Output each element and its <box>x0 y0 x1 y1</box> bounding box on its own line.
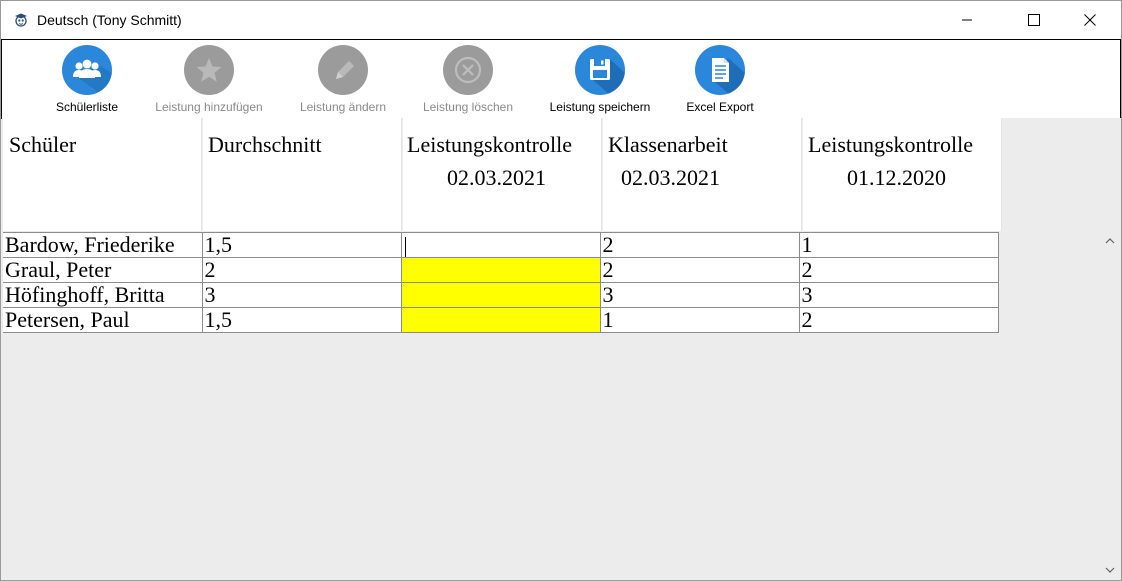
grade-cell-empty[interactable] <box>400 282 601 308</box>
table-row: Bardow, Friederike 1,5 2 1 <box>3 232 999 258</box>
grade-cell[interactable]: 1 <box>599 307 800 333</box>
minimize-icon <box>962 19 972 21</box>
scroll-up-button[interactable] <box>1101 233 1119 249</box>
column-header-label: Leistungskontrolle <box>808 132 973 157</box>
toolbar: Schülerliste Leistung hinzufügen Leistun… <box>1 39 1121 119</box>
column-header-label: Klassenarbeit <box>608 132 728 157</box>
close-button[interactable] <box>1067 1 1113 39</box>
maximize-button[interactable] <box>1011 1 1057 39</box>
scroll-down-button[interactable] <box>1101 562 1119 578</box>
leistung-loeschen-label: Leistung löschen <box>422 100 514 114</box>
leistung-hinzufuegen-button[interactable]: Leistung hinzufügen <box>150 40 268 118</box>
column-header-date: 01.12.2020 <box>847 165 946 190</box>
grade-table: Bardow, Friederike 1,5 2 1 Graul, Peter … <box>3 232 999 333</box>
app-window: Deutsch (Tony Schmitt) Schülerliste Leis… <box>0 0 1122 581</box>
document-icon <box>695 45 745 95</box>
average-cell[interactable]: 1,5 <box>201 232 402 258</box>
excel-export-button[interactable]: Excel Export <box>678 40 762 118</box>
average-cell[interactable]: 3 <box>201 282 402 308</box>
leistung-aendern-button[interactable]: Leistung ändern <box>292 40 394 118</box>
grade-cell[interactable]: 2 <box>798 307 999 333</box>
student-name-cell[interactable]: Höfinghoff, Britta <box>3 282 203 308</box>
table-row: Petersen, Paul 1,5 1 2 <box>3 307 999 333</box>
title-bar: Deutsch (Tony Schmitt) <box>1 1 1121 39</box>
maximize-icon <box>1028 14 1040 26</box>
student-name-cell[interactable]: Bardow, Friederike <box>3 232 203 258</box>
users-icon <box>62 45 112 95</box>
schuelerliste-label: Schülerliste <box>55 100 119 114</box>
star-icon <box>184 45 234 95</box>
grade-cell[interactable]: 2 <box>599 257 800 283</box>
window-title: Deutsch (Tony Schmitt) <box>37 12 182 28</box>
column-header-date: 02.03.2021 <box>447 165 546 190</box>
excel-export-label: Excel Export <box>686 100 754 114</box>
average-cell[interactable]: 2 <box>201 257 402 283</box>
close-icon <box>1084 14 1096 26</box>
grade-cell[interactable]: 2 <box>599 232 800 258</box>
app-logo-icon <box>13 12 29 28</box>
leistung-hinzufuegen-label: Leistung hinzufügen <box>155 100 263 114</box>
column-header-durchschnitt[interactable]: Durchschnitt <box>203 118 402 231</box>
column-header-schueler[interactable]: Schüler <box>3 118 202 231</box>
vertical-scrollbar[interactable] <box>1101 233 1119 580</box>
delete-circle-icon <box>443 45 493 95</box>
grade-cell-empty[interactable] <box>400 257 601 283</box>
column-header-label: Durchschnitt <box>208 132 322 157</box>
floppy-disk-icon <box>575 45 625 95</box>
column-header-leistungskontrolle-2[interactable]: Leistungskontrolle 01.12.2020 <box>803 118 1002 231</box>
table-row: Höfinghoff, Britta 3 3 3 <box>3 282 999 308</box>
column-header-klassenarbeit[interactable]: Klassenarbeit 02.03.2021 <box>603 118 802 231</box>
column-header-date: 02.03.2021 <box>621 165 720 190</box>
pencil-icon <box>318 45 368 95</box>
chevron-up-icon <box>1105 238 1115 244</box>
grade-cell[interactable]: 3 <box>798 282 999 308</box>
leistung-speichern-button[interactable]: Leistung speichern <box>542 40 658 118</box>
column-header-label: Schüler <box>9 132 77 157</box>
grade-cell-empty[interactable] <box>400 307 601 333</box>
schuelerliste-button[interactable]: Schülerliste <box>44 40 130 118</box>
grade-grid: Schüler Durchschnitt Leistungskontrolle … <box>2 118 1121 580</box>
table-row: Graul, Peter 2 2 2 <box>3 257 999 283</box>
grade-cell[interactable]: 3 <box>599 282 800 308</box>
student-name-cell[interactable]: Graul, Peter <box>3 257 203 283</box>
average-cell[interactable]: 1,5 <box>201 307 402 333</box>
column-header-label: Leistungskontrolle <box>407 132 572 157</box>
column-header-leistungskontrolle-1[interactable]: Leistungskontrolle 02.03.2021 <box>403 118 602 231</box>
chevron-down-icon <box>1105 567 1115 573</box>
leistung-loeschen-button[interactable]: Leistung löschen <box>416 40 520 118</box>
student-name-cell[interactable]: Petersen, Paul <box>3 307 203 333</box>
leistung-speichern-label: Leistung speichern <box>549 100 651 114</box>
leistung-aendern-label: Leistung ändern <box>299 100 387 114</box>
minimize-button[interactable] <box>944 1 990 39</box>
text-caret <box>404 236 406 257</box>
grade-input-cell[interactable] <box>400 232 601 258</box>
grade-cell[interactable]: 1 <box>798 232 999 258</box>
grade-cell[interactable]: 2 <box>798 257 999 283</box>
